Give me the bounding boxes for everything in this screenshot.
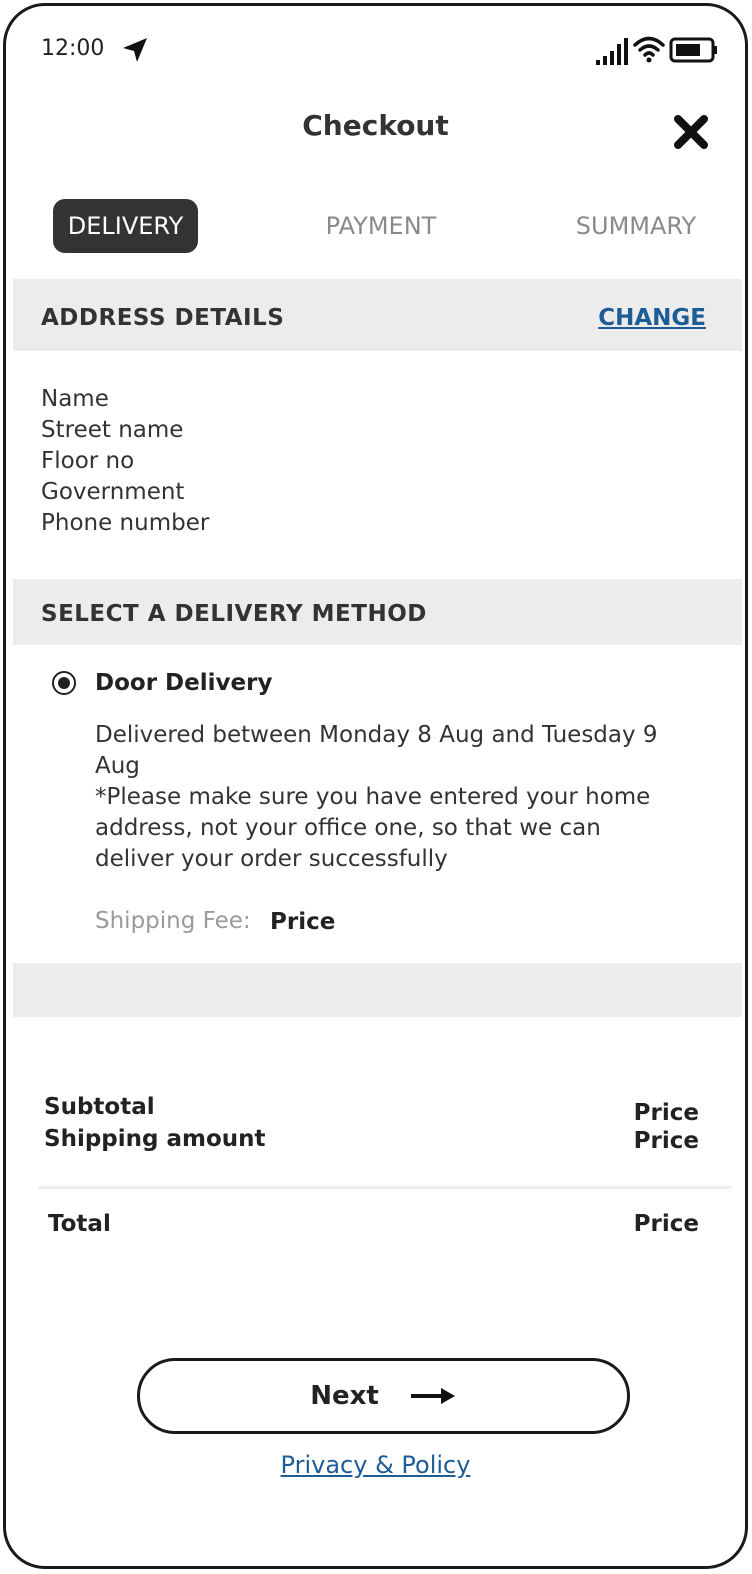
summary-divider xyxy=(38,1186,732,1189)
door-delivery-description: Delivered between Monday 8 Aug and Tuesd… xyxy=(95,720,665,875)
phone-frame: 12:00 Checkout DELIVERY PAYMENT SUMMARY xyxy=(3,3,748,1569)
arrow-right-icon xyxy=(410,1388,455,1404)
status-time: 12:00 xyxy=(41,36,105,61)
change-address-link[interactable]: CHANGE xyxy=(598,305,706,331)
tab-delivery[interactable]: DELIVERY xyxy=(53,199,198,253)
address-street: Street name xyxy=(41,417,184,443)
page-title: Checkout xyxy=(302,109,449,142)
address-name: Name xyxy=(41,386,109,412)
location-arrow-icon xyxy=(123,38,147,62)
subtotal-label: Subtotal xyxy=(44,1094,155,1120)
signal-icon xyxy=(596,38,628,65)
subtotal-value: Price xyxy=(633,1100,699,1126)
total-label: Total xyxy=(48,1211,111,1237)
address-floor: Floor no xyxy=(41,448,135,474)
delivery-method-heading: SELECT A DELIVERY METHOD xyxy=(41,601,427,627)
shipping-fee-label: Shipping Fee: xyxy=(95,908,251,934)
close-icon[interactable] xyxy=(671,112,711,152)
delivery-note-text: *Please make sure you have entered your … xyxy=(95,784,651,872)
shipping-amount-value: Price xyxy=(633,1128,699,1154)
wifi-icon xyxy=(633,36,665,63)
address-phone: Phone number xyxy=(41,510,210,536)
tab-summary[interactable]: SUMMARY xyxy=(556,199,716,253)
battery-icon xyxy=(669,37,717,63)
delivery-method-header: SELECT A DELIVERY METHOD xyxy=(13,579,742,645)
shipping-amount-label: Shipping amount xyxy=(44,1126,266,1152)
address-heading: ADDRESS DETAILS xyxy=(41,305,285,331)
door-delivery-radio[interactable] xyxy=(52,671,76,695)
next-button[interactable]: Next xyxy=(137,1358,630,1434)
shipping-fee-value: Price xyxy=(270,909,336,935)
tab-payment[interactable]: PAYMENT xyxy=(306,199,456,253)
address-section-header: ADDRESS DETAILS CHANGE xyxy=(13,279,742,351)
address-details: Name Street name Floor no Government Pho… xyxy=(41,384,209,539)
total-value: Price xyxy=(633,1211,699,1237)
status-bar: 12:00 xyxy=(6,6,745,96)
delivery-window-text: Delivered between Monday 8 Aug and Tuesd… xyxy=(95,722,658,779)
next-button-label: Next xyxy=(310,1381,379,1411)
door-delivery-label[interactable]: Door Delivery xyxy=(95,670,272,696)
spacer-bar xyxy=(13,963,742,1017)
address-government: Government xyxy=(41,479,185,505)
privacy-policy-link[interactable]: Privacy & Policy xyxy=(6,1451,745,1479)
